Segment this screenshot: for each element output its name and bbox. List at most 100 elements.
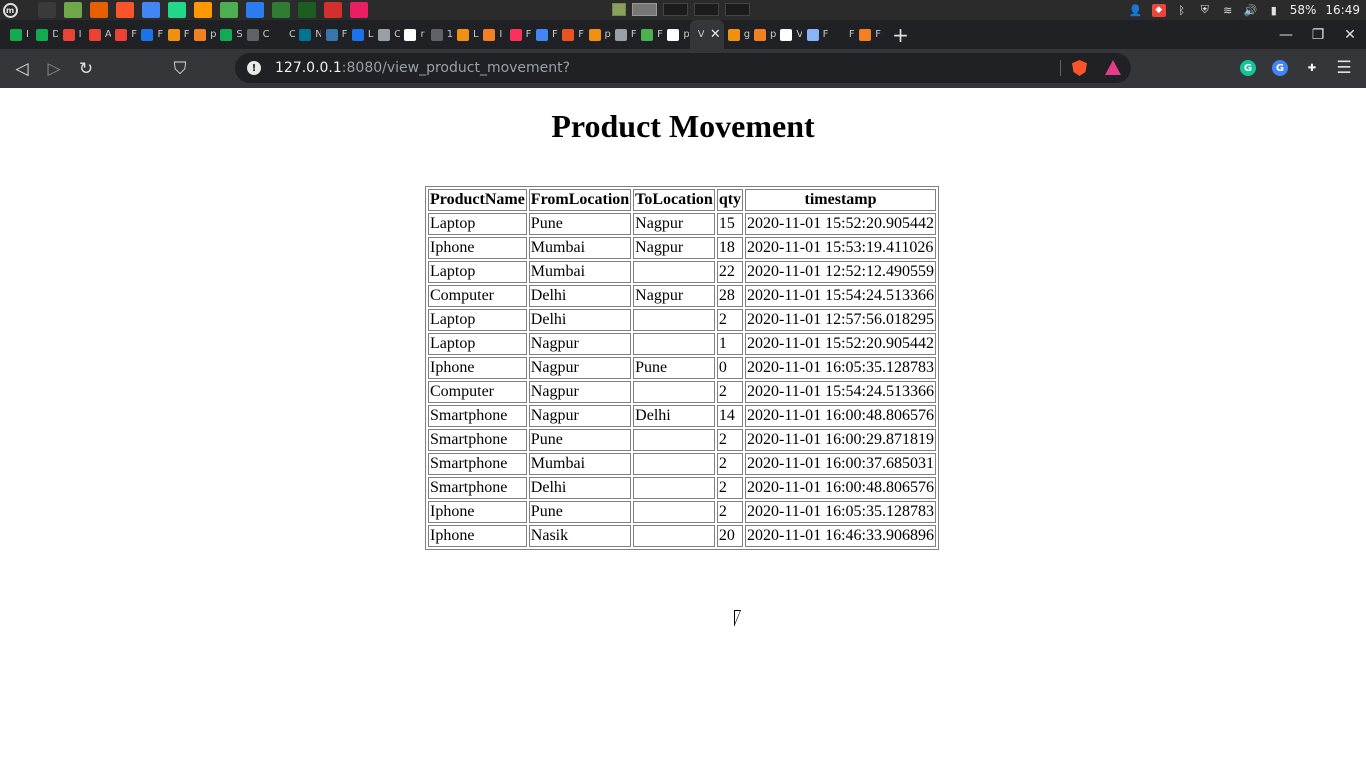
workspace-1[interactable]: [612, 3, 626, 16]
tab[interactable]: V: [776, 20, 802, 49]
tab[interactable]: F: [829, 20, 855, 49]
tab[interactable]: p: [750, 20, 776, 49]
sublime-icon[interactable]: [194, 2, 212, 18]
cell-timestamp: 2020-11-01 12:57:56.018295: [745, 309, 936, 331]
tab[interactable]: F: [506, 20, 532, 49]
extensions-icon[interactable]: ✚: [1304, 60, 1320, 76]
shield-icon[interactable]: ⛨: [1198, 3, 1212, 17]
site-info-icon[interactable]: !: [247, 61, 261, 75]
tab[interactable]: 1: [427, 20, 453, 49]
cell-timestamp: 2020-11-01 15:52:20.905442: [745, 333, 936, 355]
cell-productname: Laptop: [428, 333, 527, 355]
url-text[interactable]: 127.0.0.1:8080/view_product_movement?: [275, 60, 570, 76]
workspace-4[interactable]: [694, 3, 719, 16]
url-host: 127.0.0.1: [275, 60, 342, 76]
tab[interactable]: p: [585, 20, 611, 49]
firefox-icon[interactable]: [90, 2, 108, 18]
product-movement-table: ProductName FromLocation ToLocation qty time…: [425, 186, 939, 550]
tab[interactable]: A: [85, 20, 111, 49]
browser-menu-button[interactable]: ☰: [1328, 52, 1360, 84]
tab[interactable]: C: [269, 20, 295, 49]
cell-productname: Smartphone: [428, 429, 527, 451]
intellij-icon[interactable]: [246, 2, 264, 18]
tab[interactable]: F: [111, 20, 137, 49]
tab-title: F: [848, 29, 855, 40]
reload-button[interactable]: ↻: [70, 53, 102, 85]
tab-title: 1: [446, 29, 453, 40]
cell-qty: 14: [716, 405, 744, 427]
address-bar[interactable]: ! 127.0.0.1:8080/view_product_movement?: [235, 53, 1131, 83]
pycharm-icon[interactable]: [168, 2, 186, 18]
tab[interactable]: D: [32, 20, 58, 49]
forward-button[interactable]: ▷: [38, 53, 70, 85]
grammarly-icon[interactable]: G: [1240, 60, 1256, 76]
tab[interactable]: p: [663, 20, 689, 49]
user-icon[interactable]: 👤: [1129, 4, 1143, 17]
brave-icon[interactable]: [116, 2, 134, 18]
tab[interactable]: I: [59, 20, 85, 49]
tab[interactable]: F: [855, 20, 881, 49]
tab[interactable]: I: [6, 20, 32, 49]
column-header-tolocation: ToLocation: [633, 189, 715, 211]
battery-percent: 58%: [1289, 3, 1317, 17]
tab[interactable]: F: [803, 20, 829, 49]
tab[interactable]: F: [322, 20, 348, 49]
table-row: Laptop Pune Nagpur 15 2020-11-01 15:52:20.90…: [428, 213, 936, 235]
volume-icon[interactable]: 🔊: [1244, 4, 1258, 17]
tab[interactable]: p: [190, 20, 216, 49]
close-tab-icon[interactable]: ✕: [710, 27, 721, 42]
tab[interactable]: L: [453, 20, 479, 49]
tab[interactable]: r: [400, 20, 426, 49]
bookmark-button[interactable]: ⛉: [164, 53, 196, 85]
restore-button[interactable]: ❐: [1302, 20, 1334, 49]
chrome-icon[interactable]: [142, 2, 160, 18]
translate-icon[interactable]: G: [1272, 60, 1288, 76]
mongodb-compass-icon[interactable]: [220, 2, 238, 18]
brave-rewards-icon[interactable]: [1105, 60, 1121, 75]
table-row: Iphone Mumbai Nagpur 18 2020-11-01 15:53:19.…: [428, 237, 936, 259]
mint-menu-button[interactable]: m: [0, 0, 20, 20]
tab[interactable]: F: [611, 20, 637, 49]
bookmark-icon: ⛉: [173, 58, 187, 79]
tab-title: C: [288, 29, 295, 40]
spreadsheet-icon[interactable]: [272, 2, 290, 18]
clock[interactable]: 16:49: [1325, 3, 1360, 17]
system-monitor-icon[interactable]: [298, 2, 316, 18]
minimize-button[interactable]: —: [1270, 20, 1302, 49]
files-icon[interactable]: [64, 2, 82, 18]
back-button[interactable]: ◁: [6, 53, 38, 85]
terminal-icon[interactable]: [38, 2, 56, 18]
tab[interactable]: g: [724, 20, 750, 49]
bluetooth-icon[interactable]: ᛒ: [1175, 4, 1189, 17]
gear-icon: [806, 28, 819, 41]
battery-icon[interactable]: ▮: [1267, 4, 1281, 17]
tab[interactable]: N: [295, 20, 321, 49]
close-window-button[interactable]: ✕: [1334, 20, 1366, 49]
tab[interactable]: F: [137, 20, 163, 49]
tab[interactable]: C: [243, 20, 269, 49]
cell-timestamp: 2020-11-01 16:46:33.906896: [745, 525, 936, 547]
tab-title: F: [657, 29, 663, 40]
tab-title: F: [157, 29, 164, 40]
cell-timestamp: 2020-11-01 16:00:48.806576: [745, 477, 936, 499]
tab[interactable]: I: [479, 20, 505, 49]
workspace-3[interactable]: [663, 3, 688, 16]
docs-icon: [351, 28, 364, 41]
django-icon: [727, 28, 740, 41]
tab[interactable]: L: [348, 20, 374, 49]
new-tab-button[interactable]: +: [888, 22, 914, 48]
tab[interactable]: F: [164, 20, 190, 49]
screenshot-icon[interactable]: [324, 2, 342, 18]
tab[interactable]: F: [637, 20, 663, 49]
image-viewer-icon[interactable]: [350, 2, 368, 18]
tab[interactable]: F: [558, 20, 584, 49]
brave-shields-icon[interactable]: [1072, 60, 1087, 76]
workspace-2[interactable]: [632, 3, 657, 16]
tab[interactable]: C: [374, 20, 400, 49]
tab[interactable]: S: [216, 20, 242, 49]
tab-active[interactable]: V ✕: [689, 20, 724, 49]
wifi-icon[interactable]: ≋: [1221, 4, 1235, 17]
workspace-5[interactable]: [725, 3, 750, 16]
anydesk-icon[interactable]: ◆: [1151, 3, 1166, 17]
tab[interactable]: F: [532, 20, 558, 49]
